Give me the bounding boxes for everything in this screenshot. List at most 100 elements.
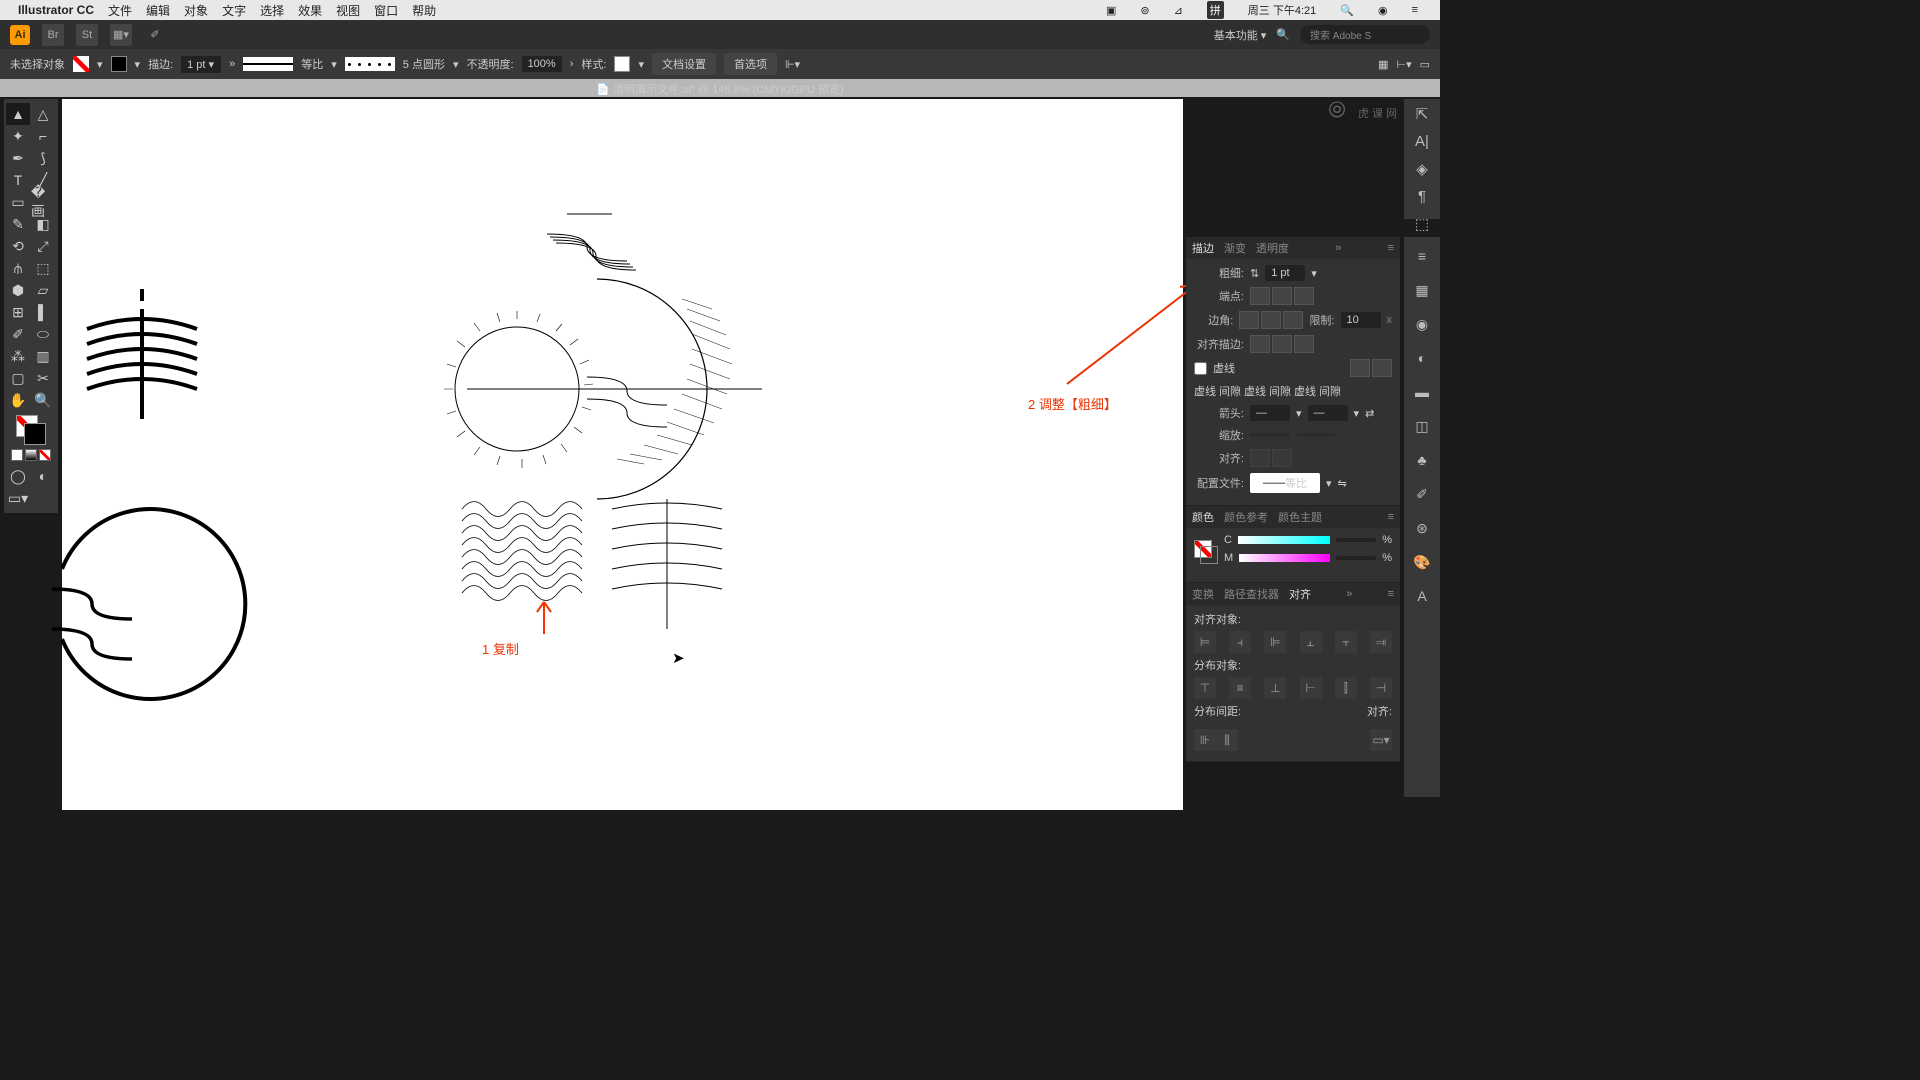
eyedropper-tool[interactable]: ✐: [6, 323, 30, 345]
sync-icon[interactable]: ⊚: [1140, 4, 1149, 17]
shapes-icon[interactable]: ⬚: [1411, 215, 1433, 233]
stock-icon[interactable]: St: [76, 24, 98, 46]
prop-icon[interactable]: ≡: [1411, 245, 1433, 267]
hand-tool[interactable]: ✋: [6, 389, 30, 411]
arrow-end[interactable]: —: [1308, 405, 1348, 421]
ime-indicator[interactable]: 拼: [1207, 1, 1224, 19]
wifi-icon[interactable]: ⊿: [1174, 4, 1183, 17]
align-icon[interactable]: ¶: [1411, 188, 1433, 205]
stroke-more[interactable]: »: [229, 58, 235, 70]
m-input[interactable]: [1336, 556, 1376, 560]
corner-buttons[interactable]: [1239, 311, 1303, 329]
tab-transparency[interactable]: 透明度: [1256, 240, 1289, 256]
dist-left[interactable]: ⊢: [1300, 677, 1322, 699]
free-transform-tool[interactable]: ⬚: [31, 257, 55, 279]
export-icon[interactable]: ⇱: [1411, 105, 1433, 123]
cap-buttons[interactable]: [1250, 287, 1314, 305]
align-bottom[interactable]: ⫥: [1370, 631, 1392, 653]
workspace-switcher[interactable]: 基本功能 ▾: [1214, 27, 1267, 43]
menu-edit[interactable]: 编辑: [146, 2, 170, 19]
tab-stroke[interactable]: 描边: [1192, 240, 1214, 256]
rotate-tool[interactable]: ⟲: [6, 235, 30, 257]
dist-hcenter[interactable]: ⫿: [1335, 677, 1357, 699]
tab-colortheme[interactable]: 颜色主题: [1278, 509, 1322, 525]
brush-tool[interactable]: �画: [31, 191, 55, 213]
align-hcenter[interactable]: ⫞: [1229, 631, 1251, 653]
pen-tool[interactable]: ✒: [6, 147, 30, 169]
dist-bottom[interactable]: ⊥: [1264, 677, 1286, 699]
menu-help[interactable]: 帮助: [412, 2, 436, 19]
notification-icon[interactable]: ≡: [1412, 4, 1418, 16]
stroke-weight-input[interactable]: 1 pt ▾: [181, 56, 221, 73]
pin-icon[interactable]: ⊢▾: [1396, 58, 1411, 71]
panel-icon[interactable]: ▭: [1420, 58, 1430, 71]
lasso-tool[interactable]: ⌐: [31, 125, 55, 147]
document-tab[interactable]: 📄 清明演示文件.ai* @ 146.8% (CMYK/GPU 预览): [0, 79, 1440, 97]
swap-arrows-icon[interactable]: ⇄: [1365, 407, 1374, 420]
color-icon[interactable]: ◉: [1411, 313, 1433, 335]
rectangle-tool[interactable]: ▭: [6, 191, 30, 213]
type-tool[interactable]: T: [6, 169, 30, 191]
align-icon[interactable]: ⊩▾: [785, 58, 800, 71]
menu-type[interactable]: 文字: [222, 2, 246, 19]
dist-h-space[interactable]: ⊪: [1194, 729, 1216, 751]
siri-icon[interactable]: ◉: [1378, 4, 1388, 17]
tab-align[interactable]: 对齐: [1289, 586, 1311, 602]
menu-effect[interactable]: 效果: [298, 2, 322, 19]
spotlight-icon[interactable]: 🔍: [1340, 4, 1354, 17]
libraries-icon[interactable]: ◈: [1411, 160, 1433, 178]
app-name[interactable]: Illustrator CC: [18, 3, 94, 17]
layers-icon[interactable]: A|: [1411, 133, 1433, 150]
dist-right[interactable]: ⊣: [1370, 677, 1392, 699]
brush2-icon[interactable]: ✐: [1411, 483, 1433, 505]
dist-top[interactable]: ⊤: [1194, 677, 1216, 699]
profile-select[interactable]: —— 等比: [1250, 473, 1320, 493]
symbol-spray-tool[interactable]: ⁂: [6, 345, 30, 367]
align-left[interactable]: ⊨: [1194, 631, 1216, 653]
mesh-tool[interactable]: ⊞: [6, 301, 30, 323]
datetime[interactable]: 周三 下午4:21: [1248, 2, 1316, 18]
menu-window[interactable]: 窗口: [374, 2, 398, 19]
arrange-docs-icon[interactable]: ▦▾: [110, 24, 132, 46]
preferences-button[interactable]: 首选项: [724, 53, 777, 75]
menu-file[interactable]: 文件: [108, 2, 132, 19]
pal-icon[interactable]: 🎨: [1411, 551, 1433, 573]
dist-v-space[interactable]: ⫼: [1216, 729, 1238, 751]
menu-select[interactable]: 选择: [260, 2, 284, 19]
c-input[interactable]: [1336, 538, 1376, 542]
align-vcenter[interactable]: ⫟: [1335, 631, 1357, 653]
arrow-start[interactable]: —: [1250, 405, 1290, 421]
screenrec-icon[interactable]: ▣: [1106, 4, 1116, 17]
swap-icon[interactable]: ▾: [97, 58, 103, 71]
style-swatch[interactable]: [614, 56, 630, 72]
tab-pathfinder[interactable]: 路径查找器: [1224, 586, 1279, 602]
align-top[interactable]: ⫠: [1300, 631, 1322, 653]
magic-wand-tool[interactable]: ✦: [6, 125, 30, 147]
align-stroke-buttons[interactable]: [1250, 335, 1314, 353]
direct-select-tool[interactable]: △: [31, 103, 55, 125]
swap-icon2[interactable]: ▾: [135, 58, 141, 71]
shape-builder-tool[interactable]: ⬢: [6, 279, 30, 301]
stroke-swatch[interactable]: [111, 56, 127, 72]
opacity-input[interactable]: 100%: [522, 56, 562, 72]
app-icon[interactable]: ♣: [1411, 449, 1433, 471]
dash-align-1[interactable]: [1350, 359, 1370, 377]
align-right[interactable]: ⊫: [1264, 631, 1286, 653]
selection-tool[interactable]: ▲: [6, 103, 30, 125]
snap-icon[interactable]: ▦: [1378, 58, 1388, 71]
bridge-icon[interactable]: Br: [42, 24, 64, 46]
screen-mode[interactable]: ▭▾: [6, 487, 30, 509]
tab-gradient[interactable]: 渐变: [1224, 240, 1246, 256]
menu-view[interactable]: 视图: [336, 2, 360, 19]
char-icon[interactable]: A: [1411, 585, 1433, 607]
dist-vcenter[interactable]: ≡: [1229, 677, 1251, 699]
eraser-tool[interactable]: ◧: [31, 213, 55, 235]
align-to-select[interactable]: ▭▾: [1370, 729, 1392, 751]
dash-align-2[interactable]: [1372, 359, 1392, 377]
stroke-icon[interactable]: ▬: [1411, 381, 1433, 403]
artboard-tool[interactable]: ▢: [6, 367, 30, 389]
dash-checkbox[interactable]: [1194, 362, 1207, 375]
scale-tool[interactable]: ⤢: [31, 235, 55, 257]
doc-setup-button[interactable]: 文档设置: [652, 53, 716, 75]
stroke-profile-select[interactable]: [243, 57, 293, 71]
